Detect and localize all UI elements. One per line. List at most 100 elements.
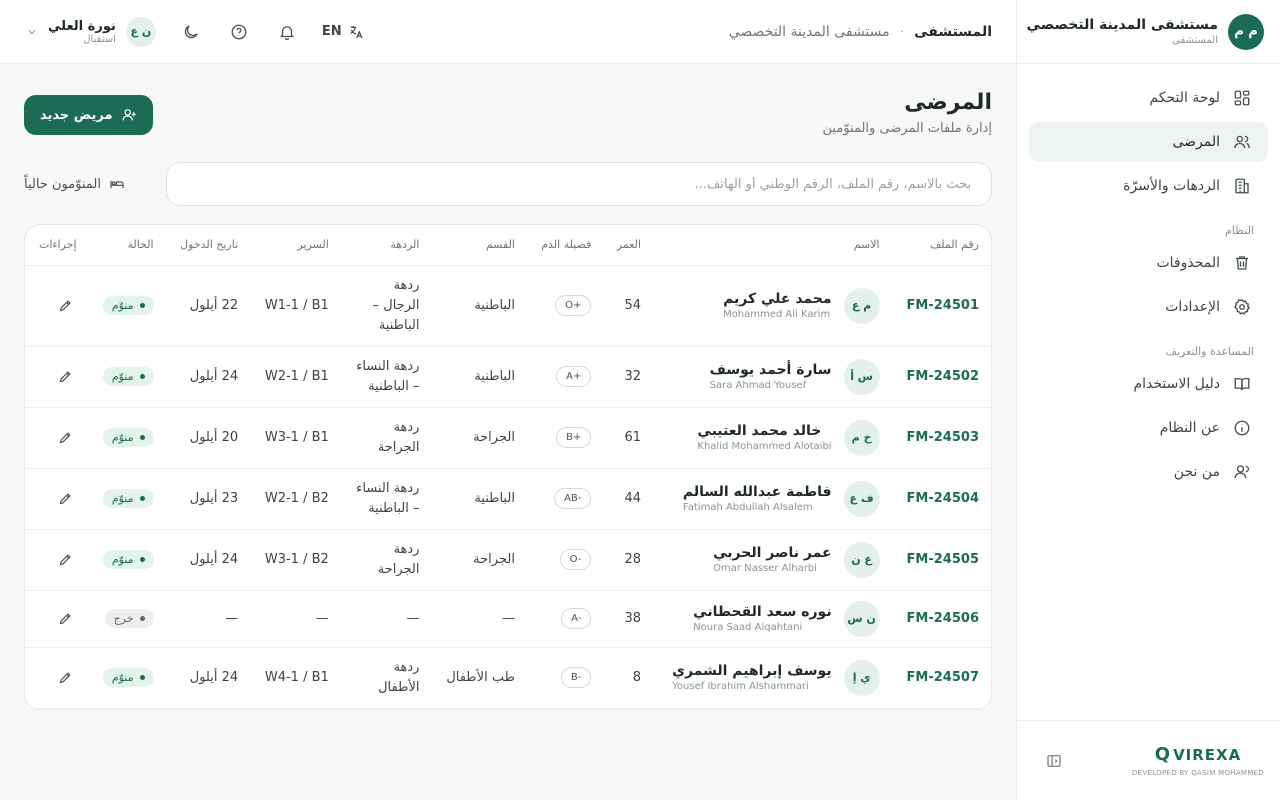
sidebar-item-wards[interactable]: الردهات والأسرّة xyxy=(1029,166,1268,206)
patient-name-ar[interactable]: خالد محمد العتيبي xyxy=(697,423,821,439)
inpatient-filter-toggle[interactable]: المنوّمون حالياً xyxy=(24,176,142,192)
breadcrumb-separator: · xyxy=(899,23,905,40)
column-header-ward[interactable]: الردهة xyxy=(340,225,432,266)
file-number[interactable]: FM-24507 xyxy=(907,670,979,685)
file-number[interactable]: FM-24501 xyxy=(907,298,979,313)
patient-name-en: Omar Nasser Alharbi xyxy=(713,563,817,574)
avatar: ي إ xyxy=(843,659,880,696)
column-header-bed[interactable]: السرير xyxy=(250,225,341,266)
main-area: المستشفى · مستشفى المدينة التخصصي EN ن ع… xyxy=(0,0,1016,800)
admission-date: 24 أيلول xyxy=(165,529,251,591)
edit-button[interactable] xyxy=(55,365,77,387)
patient-name-ar[interactable]: محمد علي كريم xyxy=(723,291,832,307)
status-label: منوّم xyxy=(111,299,134,312)
bed: W4-1 / B1 xyxy=(250,647,341,709)
sidebar-item-settings[interactable]: الإعدادات xyxy=(1029,287,1268,327)
sidebar-item-dashboard[interactable]: لوحة التحكم xyxy=(1029,78,1268,118)
file-number[interactable]: FM-24505 xyxy=(907,552,979,567)
patient-name-en: Fatimah Abdullah Alsalem xyxy=(682,502,813,513)
nav-section-help: المساعدة والتعريف xyxy=(1165,345,1254,358)
column-header-status[interactable]: الحالة xyxy=(88,225,166,266)
user-menu[interactable]: ن ع نورة العلي استقبال xyxy=(24,16,156,47)
patient-name-en: Noura Saad Alqahtani xyxy=(693,622,803,633)
column-header-name[interactable]: الاسم xyxy=(653,225,892,266)
edit-button[interactable] xyxy=(55,666,77,688)
sidebar-item-label: الردهات والأسرّة xyxy=(1123,178,1220,194)
avatar: خ م xyxy=(843,419,880,456)
breadcrumb-root[interactable]: المستشفى xyxy=(914,24,992,40)
blood-type-badge: O+ xyxy=(555,295,592,316)
column-header-file[interactable]: رقم الملف xyxy=(891,225,991,266)
file-number[interactable]: FM-24504 xyxy=(907,491,979,506)
gear-icon xyxy=(1232,297,1252,317)
language-toggle[interactable]: EN xyxy=(322,24,364,40)
nav-section-system: النظام xyxy=(1225,224,1254,237)
department: الجراحة xyxy=(431,407,527,469)
admission-date: 20 أيلول xyxy=(165,407,251,469)
help-button[interactable] xyxy=(226,19,252,45)
file-number[interactable]: FM-24506 xyxy=(907,611,979,626)
edit-button[interactable] xyxy=(55,548,77,570)
sidebar-item-label: الإعدادات xyxy=(1165,299,1220,315)
column-header-date[interactable]: تاريخ الدخول xyxy=(165,225,251,266)
blood-type-badge: A+ xyxy=(556,366,592,387)
patient-name-en: Mohammed Ali Karim xyxy=(723,309,831,320)
sidebar-item-about[interactable]: عن النظام xyxy=(1029,408,1268,448)
sidebar-collapse-button[interactable] xyxy=(1043,750,1065,772)
table-row[interactable]: FM-24504 ف ع فاطمة عبدالله السالم Fatima… xyxy=(25,468,991,530)
file-number[interactable]: FM-24502 xyxy=(907,369,979,384)
blood-type-badge: B- xyxy=(560,667,592,688)
brand-avatar: م م xyxy=(1228,13,1264,50)
status-label: منوّم xyxy=(111,431,134,444)
sidebar-item-guide[interactable]: دليل الاستخدام xyxy=(1029,364,1268,404)
search-input[interactable] xyxy=(187,176,971,192)
topbar: المستشفى · مستشفى المدينة التخصصي EN ن ع… xyxy=(0,0,1016,64)
sidebar-item-about-us[interactable]: من نحن xyxy=(1029,452,1268,492)
table-row[interactable]: FM-24507 ي إ يوسف إبراهيم الشمري Yousef … xyxy=(25,647,991,709)
edit-button[interactable] xyxy=(55,426,77,448)
edit-button[interactable] xyxy=(55,607,77,629)
trash-icon xyxy=(1232,253,1252,273)
new-patient-button[interactable]: مريض جديد xyxy=(24,95,153,135)
notifications-button[interactable] xyxy=(274,19,300,45)
help-icon xyxy=(231,24,247,39)
pencil-icon xyxy=(59,672,71,684)
sidebar-item-deleted[interactable]: المحذوفات xyxy=(1029,243,1268,283)
patient-name-ar[interactable]: سارة أحمد يوسف xyxy=(710,362,832,378)
avatar: ف ع xyxy=(843,480,880,517)
logo-text: VIREXA xyxy=(1173,745,1242,764)
table-row[interactable]: FM-24501 م ع محمد علي كريم Mohammed Ali … xyxy=(25,265,991,347)
ward: ردهة الجراحة xyxy=(377,419,420,455)
user-name: نورة العلي xyxy=(48,18,116,34)
blood-type-badge: B+ xyxy=(556,427,592,448)
ward: — xyxy=(406,610,420,626)
avatar: س أ xyxy=(843,358,880,395)
table-row[interactable]: FM-24502 س أ سارة أحمد يوسف Sara Ahmad Y… xyxy=(25,346,991,408)
bed-icon xyxy=(110,180,124,188)
table-row[interactable]: FM-24506 ن س نوره سعد القحطاني Noura Saa… xyxy=(25,590,991,648)
sidebar-item-label: من نحن xyxy=(1173,464,1220,480)
column-header-age[interactable]: العمر xyxy=(603,225,654,266)
column-header-department[interactable]: القسم xyxy=(431,225,527,266)
patient-name-ar[interactable]: عمر ناصر الحربي xyxy=(713,545,831,561)
status-badge: منوّم xyxy=(102,550,154,569)
page-title: المرضى xyxy=(904,90,992,115)
column-header-blood[interactable]: فصيلة الدم xyxy=(526,225,604,266)
collapse-icon xyxy=(1047,754,1061,767)
patient-age: 8 xyxy=(603,647,654,709)
edit-button[interactable] xyxy=(55,294,77,316)
avatar: ع ن xyxy=(843,541,880,578)
edit-button[interactable] xyxy=(55,487,77,509)
patient-name-ar[interactable]: يوسف إبراهيم الشمري xyxy=(672,663,831,679)
sidebar-item-label: دليل الاستخدام xyxy=(1133,376,1220,392)
patient-name-ar[interactable]: فاطمة عبدالله السالم xyxy=(683,484,832,500)
theme-toggle[interactable] xyxy=(178,19,204,45)
table-row[interactable]: FM-24503 خ م خالد محمد العتيبي Khalid Mo… xyxy=(25,407,991,469)
ward: ردهة الجراحة xyxy=(377,541,420,577)
department: الباطنية xyxy=(431,346,527,408)
sidebar-item-patients[interactable]: المرضى xyxy=(1029,122,1268,162)
file-number[interactable]: FM-24503 xyxy=(907,430,979,445)
bed: W3-1 / B1 xyxy=(250,407,341,469)
patient-name-ar[interactable]: نوره سعد القحطاني xyxy=(693,604,831,620)
table-row[interactable]: FM-24505 ع ن عمر ناصر الحربي Omar Nasser… xyxy=(25,529,991,591)
